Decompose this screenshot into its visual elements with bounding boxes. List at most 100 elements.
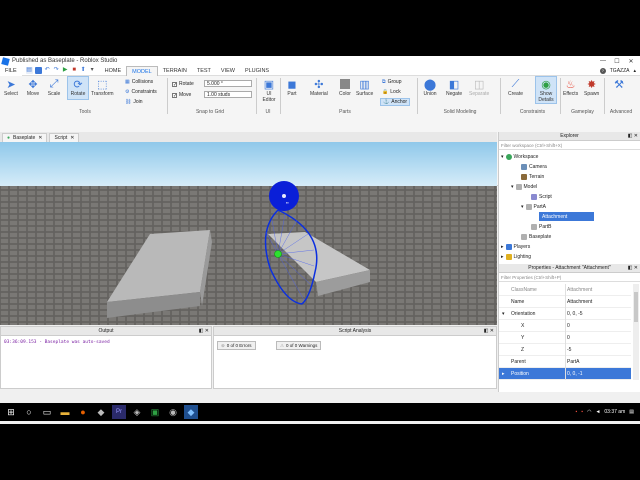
advanced-button[interactable]: ⚒ bbox=[612, 77, 626, 91]
collapse-arrow-icon[interactable]: ▾ bbox=[511, 184, 514, 190]
warnings-filter-button[interactable]: ⚠ 0 of 0 Warnings bbox=[276, 341, 322, 350]
property-row-position[interactable]: ▸ Position 0, 0, -1 bbox=[499, 368, 631, 380]
file-explorer-icon[interactable]: ▬ bbox=[58, 405, 72, 419]
material-button[interactable]: ✣ Material bbox=[310, 77, 328, 98]
tree-item-lighting[interactable]: ▸ Lighting bbox=[501, 252, 531, 261]
wifi-icon[interactable]: ◠ bbox=[587, 409, 591, 415]
volume-icon[interactable]: ◄ bbox=[595, 409, 600, 415]
move-snap-checkbox[interactable]: ✓ Move bbox=[172, 92, 191, 98]
effects-button[interactable]: ♨ Effects bbox=[563, 77, 578, 98]
3d-viewport[interactable]: ▪▪ bbox=[0, 142, 497, 325]
show-details-button[interactable]: ◉ Show Details bbox=[535, 76, 557, 104]
close-tab-icon[interactable]: ✕ bbox=[38, 134, 42, 142]
tab-test[interactable]: TEST bbox=[192, 66, 216, 76]
search-icon[interactable]: ○ bbox=[22, 405, 36, 419]
create-constraint-button[interactable]: ⟋ Create bbox=[508, 77, 523, 98]
panel-close-icon[interactable]: ◧ ✕ bbox=[628, 264, 638, 273]
properties-scrollbar[interactable] bbox=[633, 284, 639, 380]
save-icon[interactable] bbox=[34, 67, 42, 74]
tab-plugins[interactable]: PLUGINS bbox=[240, 66, 274, 76]
help-icon[interactable]: ? bbox=[599, 68, 606, 74]
tab-model[interactable]: MODEL bbox=[126, 65, 158, 76]
tree-item-partb[interactable]: PartB bbox=[531, 222, 552, 231]
expand-arrow-icon[interactable]: ▸ bbox=[501, 244, 504, 250]
property-row-parent[interactable]: Parent PartA bbox=[499, 356, 631, 368]
more-icon[interactable]: ▾ bbox=[89, 67, 96, 74]
premiere-icon[interactable]: Pr bbox=[112, 405, 126, 419]
join-toggle[interactable]: ⛓ Join bbox=[125, 99, 143, 105]
close-tab-icon[interactable]: ✕ bbox=[70, 134, 74, 142]
rotate-tool-button[interactable]: ⟳ Rotate bbox=[67, 76, 89, 100]
minimize-button[interactable]: — bbox=[596, 56, 610, 66]
move-tool-button[interactable]: ✥ Move bbox=[26, 77, 40, 98]
tree-item-baseplate[interactable]: Baseplate bbox=[521, 232, 551, 241]
expand-arrow-icon[interactable]: ▸ bbox=[502, 368, 505, 380]
expand-arrow-icon[interactable]: ▸ bbox=[501, 254, 504, 260]
rotate-snap-checkbox[interactable]: ✓ Rotate bbox=[172, 81, 194, 87]
errors-filter-button[interactable]: ⊗ 0 of 0 Errors bbox=[217, 341, 256, 350]
ui-editor-button[interactable]: ▣ UI Editor bbox=[260, 77, 278, 104]
scale-tool-button[interactable]: ⤢ Scale bbox=[47, 77, 61, 98]
notifications-icon[interactable]: ▤ bbox=[629, 409, 634, 415]
redo-icon[interactable]: ↷ bbox=[53, 67, 60, 74]
tab-home[interactable]: HOME bbox=[100, 66, 127, 76]
constraints-toggle[interactable]: ⚙ Constraints bbox=[125, 89, 157, 95]
tab-baseplate[interactable]: ● Baseplate ✕ bbox=[2, 133, 48, 142]
separate-button[interactable]: ◫ Separate bbox=[469, 77, 489, 98]
user-name[interactable]: TGAZZA bbox=[610, 68, 630, 74]
explorer-filter-input[interactable]: Filter workspace (Ctrl+Shift+X) bbox=[499, 141, 640, 150]
tree-item-script[interactable]: Script bbox=[531, 192, 552, 201]
tab-view[interactable]: VIEW bbox=[216, 66, 240, 76]
select-tool-button[interactable]: ➤ Select bbox=[4, 77, 18, 98]
property-row-name[interactable]: Name Attachment bbox=[499, 296, 631, 308]
tab-terrain[interactable]: TERRAIN bbox=[158, 66, 192, 76]
negate-button[interactable]: ◧ Negate bbox=[446, 77, 462, 98]
collapse-arrow-icon[interactable]: ▾ bbox=[501, 154, 504, 160]
surface-button[interactable]: ▥ Surface bbox=[356, 77, 373, 98]
union-button[interactable]: ⬤ Union bbox=[423, 77, 437, 98]
collapse-ribbon-icon[interactable]: ▴ bbox=[633, 68, 636, 74]
play-icon[interactable]: ▶ bbox=[62, 67, 69, 74]
tab-script[interactable]: Script ✕ bbox=[49, 133, 80, 142]
tray-app-icon[interactable]: ▪ bbox=[576, 409, 578, 415]
tree-item-model[interactable]: ▾ Model bbox=[511, 182, 537, 191]
panel-close-icon[interactable]: ◧ ✕ bbox=[199, 327, 209, 336]
file-menu[interactable]: FILE bbox=[0, 65, 22, 76]
transform-tool-button[interactable]: ⬚ Transform bbox=[91, 77, 114, 98]
close-button[interactable]: ✕ bbox=[624, 56, 638, 66]
collapse-arrow-icon[interactable]: ▾ bbox=[521, 204, 524, 210]
app-icon[interactable]: ◆ bbox=[94, 405, 108, 419]
publish-icon[interactable]: ⬆ bbox=[80, 67, 87, 74]
rotate-snap-input[interactable]: 5.000 ° bbox=[204, 80, 252, 87]
property-row-classname[interactable]: ClassName Attachment bbox=[499, 284, 631, 296]
spawn-button[interactable]: ✸ Spawn bbox=[584, 77, 599, 98]
panel-close-icon[interactable]: ◧ ✕ bbox=[484, 327, 494, 336]
tree-item-workspace[interactable]: ▾ Workspace bbox=[501, 152, 538, 161]
anchor-button[interactable]: ⚓ Anchor bbox=[380, 98, 411, 106]
color-button[interactable]: Color bbox=[338, 77, 352, 97]
camtasia-icon[interactable]: ▣ bbox=[148, 405, 162, 419]
undo-icon[interactable]: ↶ bbox=[44, 67, 51, 74]
app-icon[interactable]: ◉ bbox=[166, 405, 180, 419]
tree-item-parta[interactable]: ▾ PartA bbox=[521, 202, 546, 211]
lock-button[interactable]: 🔒 Lock bbox=[382, 89, 401, 95]
tree-item-attachment[interactable]: Attachment bbox=[539, 212, 594, 221]
move-snap-input[interactable]: 1.00 studs bbox=[204, 91, 252, 98]
property-row-x[interactable]: X 0 bbox=[499, 320, 631, 332]
tree-item-camera[interactable]: Camera bbox=[521, 162, 547, 171]
tree-item-players[interactable]: ▸ Players bbox=[501, 242, 530, 251]
tree-item-terrain[interactable]: Terrain bbox=[521, 172, 544, 181]
group-button[interactable]: ⧉ Group bbox=[382, 79, 401, 85]
collisions-toggle[interactable]: ▦ Collisions bbox=[125, 79, 153, 85]
clock[interactable]: 03:37 am bbox=[604, 409, 625, 415]
app-icon[interactable]: ◈ bbox=[130, 405, 144, 419]
task-view-icon[interactable]: ▭ bbox=[40, 405, 54, 419]
panel-close-icon[interactable]: ◧ ✕ bbox=[628, 132, 638, 141]
maximize-button[interactable]: ☐ bbox=[610, 56, 624, 66]
property-row-z[interactable]: Z -5 bbox=[499, 344, 631, 356]
collapse-arrow-icon[interactable]: ▾ bbox=[502, 308, 505, 320]
windows-start-icon[interactable]: ⊞ bbox=[4, 405, 18, 419]
properties-filter-input[interactable]: Filter Properties (Ctrl+Shift+P) bbox=[499, 273, 640, 282]
firefox-icon[interactable]: ● bbox=[76, 405, 90, 419]
part-button[interactable]: ◼ Part bbox=[285, 77, 299, 98]
